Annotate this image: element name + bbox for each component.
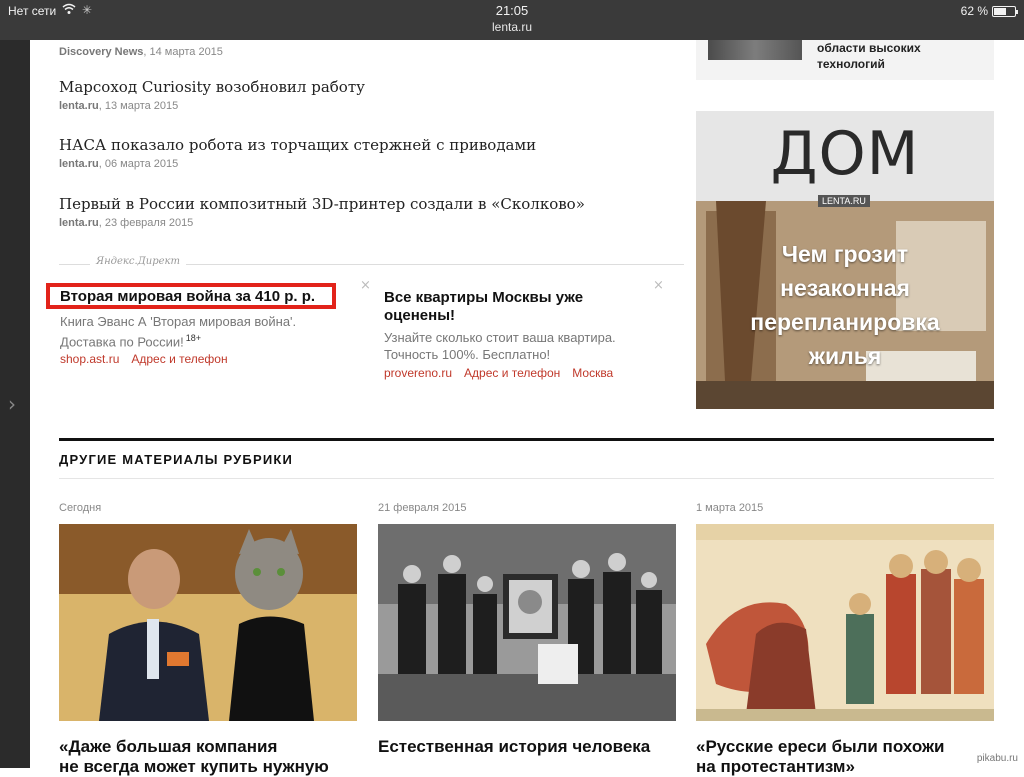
ad-text: Точность 100%. Бесплатно! xyxy=(384,347,551,362)
card-title-line: не всегда может купить нужную xyxy=(59,757,329,776)
banner-logo: ДОМ xyxy=(770,119,920,189)
list-item[interactable]: НАСА показало робота из торчащих стержне… xyxy=(59,136,536,170)
ad-text: Доставка по России! xyxy=(60,334,184,350)
card-date: 1 марта 2015 xyxy=(696,502,764,514)
close-icon[interactable]: × xyxy=(360,278,371,293)
news-source: Discovery News xyxy=(59,46,144,58)
card-title-line: «Русские ереси были похожи xyxy=(696,737,945,756)
clock: 21:05 xyxy=(495,3,529,18)
ad-link-domain[interactable]: shop.ast.ru xyxy=(60,352,119,366)
banner-text-line: Чем грозит xyxy=(781,241,909,267)
material-card[interactable]: Сегодня «Даже большая компания не всегда… xyxy=(59,502,357,776)
card-title[interactable]: Естественная история человека xyxy=(378,737,676,757)
ad-link-city[interactable]: Москва xyxy=(572,366,613,380)
ad-title-line: Все квартиры Москвы уже xyxy=(384,289,584,306)
news-title[interactable]: НАСА показало робота из торчащих стержне… xyxy=(59,136,536,154)
card-title-line: «Даже большая компания xyxy=(59,737,278,756)
list-item[interactable]: Марсоход Curiosity возобновил работу len… xyxy=(59,78,365,112)
card-image[interactable] xyxy=(59,524,357,721)
news-source: lenta.ru xyxy=(59,217,99,229)
close-icon[interactable]: × xyxy=(653,278,664,293)
card-title-line: на протестантизм» xyxy=(696,757,855,776)
ad-title[interactable]: Вторая мировая война за 410 р. р. xyxy=(60,288,350,306)
card-title[interactable]: «Русские ереси были похожи на протестант… xyxy=(696,737,994,777)
ad-title-line: оценены! xyxy=(384,307,455,324)
banner-text: Чем грозит незаконная перепланировка жил… xyxy=(696,237,994,373)
ad-link-contacts[interactable]: Адрес и телефон xyxy=(464,366,560,380)
news-date: 06 марта 2015 xyxy=(104,158,179,170)
news-title[interactable]: Первый в России композитный 3D-принтер с… xyxy=(59,195,585,213)
watermark: pikabu.ru xyxy=(974,753,1020,764)
news-date: 23 февраля 2015 xyxy=(104,217,194,229)
age-badge: 18+ xyxy=(185,333,202,343)
ad-link-contacts[interactable]: Адрес и телефон xyxy=(131,352,227,366)
yandex-direct-label: Яндекс.Директ xyxy=(90,256,187,267)
address-bar[interactable]: lenta.ru xyxy=(0,20,1024,34)
banner-text-line: жилья xyxy=(808,343,882,369)
material-card[interactable]: 1 марта 2015 «Русские ереси были похожи … xyxy=(696,502,994,776)
material-card[interactable]: 21 февраля 2015 Естественная история чел… xyxy=(378,502,676,756)
ad-text: Книга Эванс А 'Вторая мировая война'. xyxy=(60,314,297,329)
card-image[interactable] xyxy=(696,524,994,721)
dom-banner[interactable]: ДОМ LENTA.RU Чем грозит незаконная переп… xyxy=(696,111,994,409)
battery-percent: 62 % xyxy=(960,4,988,18)
divider xyxy=(59,478,994,479)
list-item[interactable]: Первый в России композитный 3D-принтер с… xyxy=(59,195,585,229)
list-item[interactable]: Discovery News, 14 марта 2015 xyxy=(59,46,223,58)
card-title-line: Естественная история человека xyxy=(378,737,651,756)
ad-text: Узнайте сколько стоит ваша квартира. xyxy=(384,330,616,345)
news-source: lenta.ru xyxy=(59,100,99,112)
ad-link-domain[interactable]: provereno.ru xyxy=(384,366,452,380)
card-date: Сегодня xyxy=(59,502,102,514)
news-thumbnail xyxy=(708,40,802,60)
banner-text-line: перепланировка xyxy=(750,309,940,335)
card-title-line: технологий xyxy=(817,57,885,71)
news-source: lenta.ru xyxy=(59,158,99,170)
section-heading: ДРУГИЕ МАТЕРИАЛЫ РУБРИКИ xyxy=(59,452,294,467)
card-date: 21 февраля 2015 xyxy=(378,502,467,514)
banner-text-line: незаконная xyxy=(780,275,910,301)
sidebar-toggle[interactable]: › xyxy=(0,40,30,768)
card-title-line: области высоких xyxy=(817,41,921,55)
battery-icon xyxy=(992,6,1018,17)
card-image[interactable] xyxy=(378,524,676,721)
section-divider xyxy=(59,438,994,441)
chevron-right-icon: › xyxy=(8,392,16,416)
ad-block[interactable]: Все квартиры Москвы уже оценены! Узнайте… xyxy=(384,289,664,380)
news-date: 14 марта 2015 xyxy=(149,46,223,58)
card-title[interactable]: «Даже большая компания не всегда может к… xyxy=(59,737,357,777)
related-news-card[interactable]: области высоких технологий xyxy=(696,40,994,80)
ad-title[interactable]: Все квартиры Москвы уже оценены! xyxy=(384,289,664,325)
ad-block[interactable]: Вторая мировая война за 410 р. р. Книга … xyxy=(60,288,350,366)
news-title[interactable]: Марсоход Curiosity возобновил работу xyxy=(59,78,365,96)
news-date: 13 марта 2015 xyxy=(104,100,179,112)
status-bar: Нет сети ✳ 21:05 lenta.ru 62 % xyxy=(0,0,1024,40)
banner-badge: LENTA.RU xyxy=(818,195,870,207)
